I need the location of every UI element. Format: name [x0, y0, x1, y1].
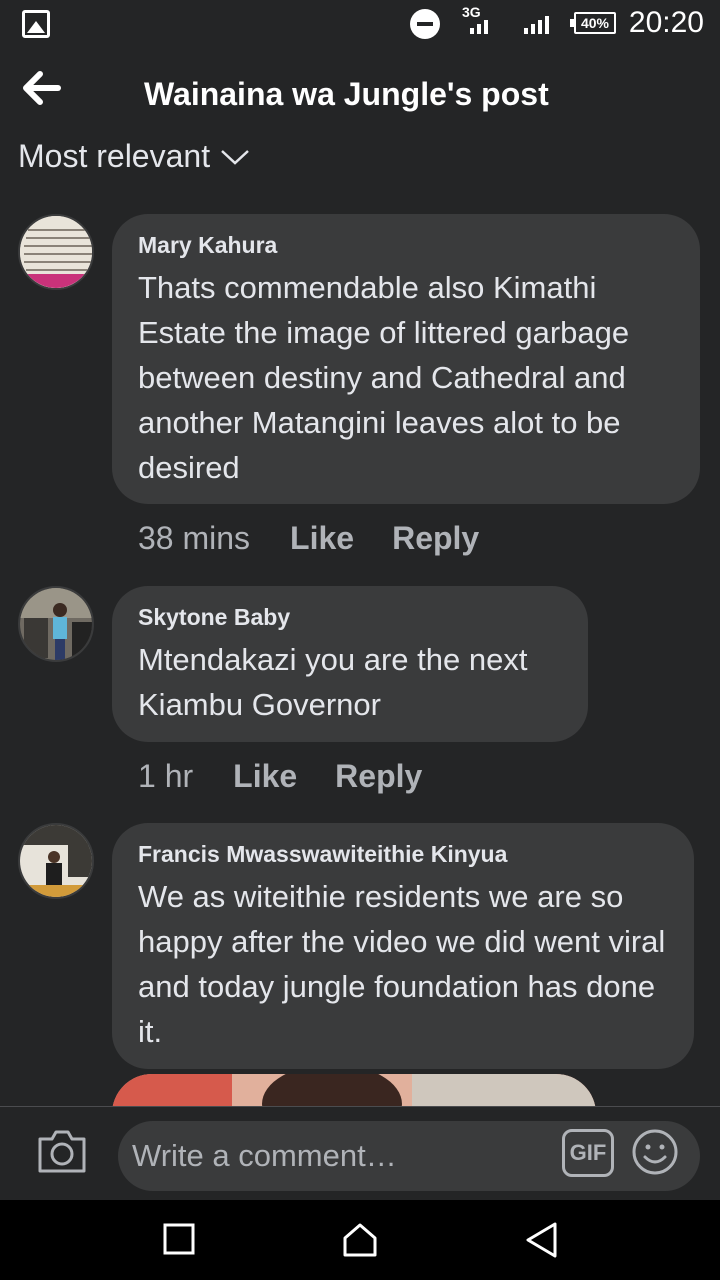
chevron-down-icon	[221, 149, 249, 165]
avatar[interactable]	[18, 823, 94, 899]
comment-author[interactable]: Mary Kahura	[138, 232, 674, 259]
like-button[interactable]: Like	[233, 758, 297, 795]
status-bar: 3G 40% 20:20	[0, 0, 720, 50]
recents-icon[interactable]	[160, 1220, 200, 1260]
page-title: Wainaina wa Jungle's post	[144, 76, 549, 112]
reply-button[interactable]: Reply	[392, 520, 479, 557]
sort-label: Most relevant	[18, 138, 211, 174]
comment-author[interactable]: Skytone Baby	[138, 604, 562, 631]
home-icon[interactable]	[340, 1220, 380, 1260]
gif-button[interactable]: GIF	[562, 1129, 614, 1177]
comment-text: Thats commendable also Kimathi Estate th…	[138, 270, 630, 485]
comment-text: Mtendakazi you are the next Kiambu Gover…	[138, 642, 528, 722]
header: Wainaina wa Jungle's post	[0, 56, 720, 136]
camera-icon[interactable]	[36, 1127, 88, 1175]
emoji-icon[interactable]	[630, 1127, 680, 1177]
back-icon[interactable]	[522, 1220, 562, 1260]
gallery-icon	[22, 10, 50, 38]
avatar[interactable]	[18, 586, 94, 662]
comment-actions: 1 hr Like Reply	[138, 758, 460, 795]
comment-bubble: Skytone Baby Mtendakazi you are the next…	[112, 586, 588, 742]
comment-composer: GIF	[0, 1106, 720, 1201]
dnd-icon	[410, 9, 440, 39]
reply-button[interactable]: Reply	[335, 758, 422, 795]
clock: 20:20	[628, 6, 704, 39]
system-nav-bar	[0, 1200, 720, 1280]
avatar[interactable]	[18, 214, 94, 290]
comment-time[interactable]: 38 mins	[138, 520, 250, 557]
signal-icon	[470, 20, 488, 34]
comment-bubble: Francis Mwasswawiteithie Kinyua We as wi…	[112, 823, 694, 1069]
comment-author[interactable]: Francis Mwasswawiteithie Kinyua	[138, 841, 668, 868]
comment-bubble: Mary Kahura Thats commendable also Kimat…	[112, 214, 700, 504]
signal-icon	[524, 16, 549, 34]
comment-text: We as witeithie residents we are so happ…	[138, 879, 666, 1049]
comment-actions: 38 mins Like Reply	[138, 520, 517, 557]
battery-icon: 40%	[570, 12, 616, 34]
like-button[interactable]: Like	[290, 520, 354, 557]
comment-time[interactable]: 1 hr	[138, 758, 193, 795]
network-type: 3G	[462, 4, 481, 20]
sort-dropdown[interactable]: Most relevant	[18, 138, 250, 175]
back-arrow-icon[interactable]	[22, 70, 70, 112]
